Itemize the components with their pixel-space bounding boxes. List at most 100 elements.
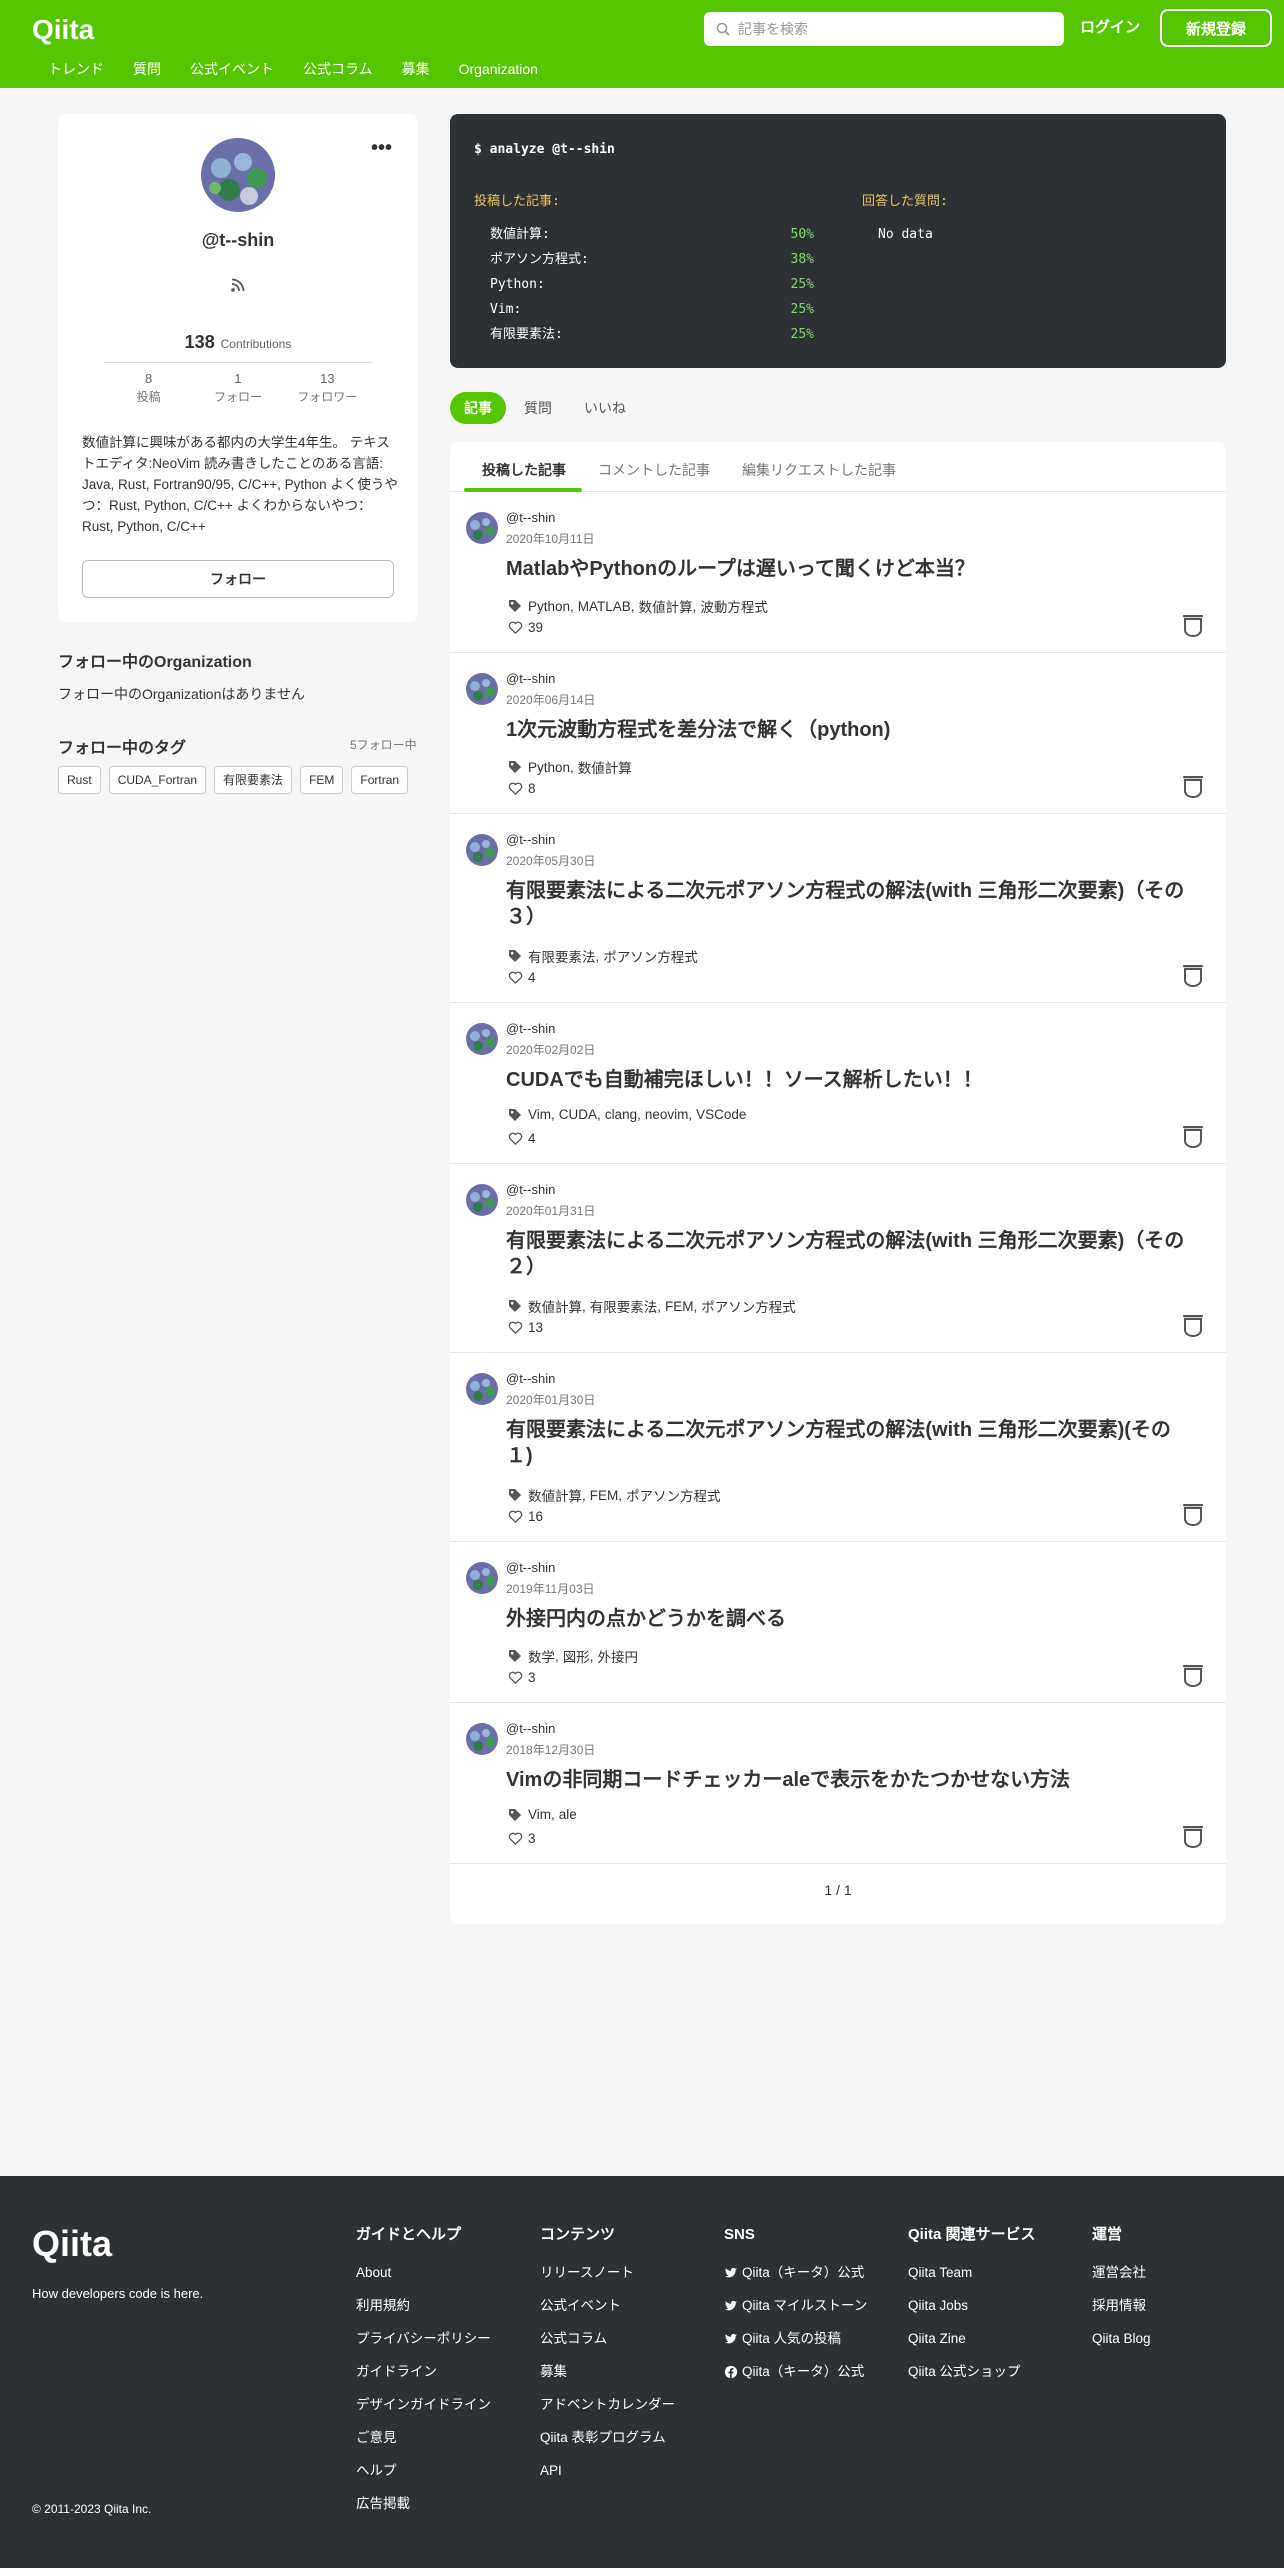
- article-title[interactable]: Vimの非同期コードチェッカーaleで表示をかたつかせない方法: [506, 1767, 1196, 1793]
- stat-followers[interactable]: 13 フォロワー: [291, 370, 363, 406]
- article-tag[interactable]: 数学: [528, 1646, 555, 1666]
- footer-link[interactable]: 広告掲載: [356, 2495, 491, 2513]
- author-name[interactable]: @t--shin: [506, 1721, 555, 1736]
- follow-button[interactable]: フォロー: [82, 560, 394, 598]
- article-item[interactable]: @t--shin 2019年11月03日 外接円内の点かどうかを調べる 数学, 図…: [450, 1542, 1226, 1703]
- stock-icon[interactable]: [1182, 1314, 1204, 1338]
- article-item[interactable]: @t--shin 2020年01月30日 有限要素法による二次元ポアソン方程式の…: [450, 1353, 1226, 1542]
- heart-icon[interactable]: [508, 1131, 523, 1146]
- article-title[interactable]: 有限要素法による二次元ポアソン方程式の解法(with 三角形二次要素)（その２）: [506, 1228, 1196, 1280]
- footer-link[interactable]: 公式コラム: [540, 2330, 675, 2348]
- article-item[interactable]: @t--shin 2018年12月30日 Vimの非同期コードチェッカーaleで…: [450, 1703, 1226, 1864]
- author-avatar[interactable]: [466, 834, 498, 866]
- article-tag[interactable]: 数値計算: [528, 1296, 582, 1316]
- author-avatar[interactable]: [466, 512, 498, 544]
- article-tag[interactable]: ポアソン方程式: [701, 1296, 796, 1316]
- footer-link[interactable]: Qiita 表彰プログラム: [540, 2429, 675, 2447]
- article-tag[interactable]: ポアソン方程式: [626, 1485, 721, 1505]
- author-name[interactable]: @t--shin: [506, 832, 555, 847]
- article-title[interactable]: MatlabやPythonのループは遅いって聞くけど本当？: [506, 556, 1196, 582]
- stock-icon[interactable]: [1182, 614, 1204, 638]
- article-tag[interactable]: VSCode: [696, 1107, 746, 1122]
- search-input[interactable]: [738, 21, 1064, 37]
- article-tag[interactable]: FEM: [590, 1488, 619, 1503]
- article-tag[interactable]: 図形: [563, 1646, 590, 1666]
- article-tag[interactable]: 数値計算: [639, 596, 693, 616]
- author-avatar[interactable]: [466, 1184, 498, 1216]
- stock-icon[interactable]: [1182, 1825, 1204, 1849]
- signup-button[interactable]: 新規登録: [1160, 9, 1272, 47]
- article-tag[interactable]: 数値計算: [528, 1485, 582, 1505]
- author-name[interactable]: @t--shin: [506, 671, 555, 686]
- tab-questions[interactable]: 質問: [510, 392, 566, 424]
- stock-icon[interactable]: [1182, 964, 1204, 988]
- heart-icon[interactable]: [508, 620, 523, 635]
- heart-icon[interactable]: [508, 1509, 523, 1524]
- tag-chip[interactable]: 有限要素法: [214, 766, 293, 794]
- article-tag[interactable]: Vim: [528, 1107, 551, 1122]
- footer-link[interactable]: Qiita Zine: [908, 2330, 1036, 2348]
- footer-link[interactable]: リリースノート: [540, 2264, 675, 2282]
- article-tag[interactable]: clang: [605, 1107, 637, 1122]
- subtab-posted[interactable]: 投稿した記事: [482, 460, 566, 480]
- article-tag[interactable]: 波動方程式: [700, 596, 768, 616]
- article-tag[interactable]: 数値計算: [578, 757, 632, 777]
- footer-link[interactable]: About: [356, 2264, 491, 2282]
- subtab-edit-requested[interactable]: 編集リクエストした記事: [742, 460, 896, 480]
- qiita-logo[interactable]: Qiita: [32, 12, 112, 46]
- nav-item-official-columns[interactable]: 公式コラム: [303, 58, 373, 80]
- stock-icon[interactable]: [1182, 1503, 1204, 1527]
- footer-link[interactable]: 利用規約: [356, 2297, 491, 2315]
- tag-chip[interactable]: CUDA_Fortran: [108, 766, 207, 794]
- avatar[interactable]: [201, 138, 275, 212]
- more-options-icon[interactable]: •••: [371, 138, 392, 158]
- author-name[interactable]: @t--shin: [506, 1021, 555, 1036]
- footer-link[interactable]: アドベントカレンダー: [540, 2396, 675, 2414]
- heart-icon[interactable]: [508, 1831, 523, 1846]
- article-item[interactable]: @t--shin 2020年06月14日 1次元波動方程式を差分法で解く（pyt…: [450, 653, 1226, 814]
- article-item[interactable]: @t--shin 2020年02月02日 CUDAでも自動補完ほしい！！ソース解…: [450, 1003, 1226, 1164]
- footer-link[interactable]: プライバシーポリシー: [356, 2330, 491, 2348]
- article-tag[interactable]: Python: [528, 760, 570, 775]
- footer-link[interactable]: ヘルプ: [356, 2462, 491, 2480]
- rss-icon[interactable]: [229, 276, 247, 294]
- footer-link[interactable]: Qiita（キータ）公式: [724, 2264, 867, 2282]
- footer-link[interactable]: Qiita Team: [908, 2264, 1036, 2282]
- tag-chip[interactable]: FEM: [300, 766, 344, 794]
- article-tag[interactable]: FEM: [665, 1299, 694, 1314]
- article-tag[interactable]: 有限要素法: [590, 1296, 658, 1316]
- nav-item-official-events[interactable]: 公式イベント: [190, 58, 274, 80]
- article-tag[interactable]: CUDA: [559, 1107, 597, 1122]
- stat-following[interactable]: 1 フォロー: [202, 370, 274, 406]
- footer-link[interactable]: ガイドライン: [356, 2363, 491, 2381]
- heart-icon[interactable]: [508, 970, 523, 985]
- nav-item-questions[interactable]: 質問: [133, 58, 161, 80]
- footer-link[interactable]: 公式イベント: [540, 2297, 675, 2315]
- article-tag[interactable]: Python: [528, 599, 570, 614]
- article-title[interactable]: 外接円内の点かどうかを調べる: [506, 1606, 1196, 1632]
- tag-chip[interactable]: Fortran: [351, 766, 409, 794]
- article-title[interactable]: 有限要素法による二次元ポアソン方程式の解法(with 三角形二次要素)(その１): [506, 1417, 1196, 1469]
- footer-link[interactable]: デザインガイドライン: [356, 2396, 491, 2414]
- footer-link[interactable]: ご意見: [356, 2429, 491, 2447]
- login-link[interactable]: ログイン: [1080, 16, 1140, 40]
- author-name[interactable]: @t--shin: [506, 1560, 555, 1575]
- article-tag[interactable]: Vim: [528, 1807, 551, 1822]
- heart-icon[interactable]: [508, 781, 523, 796]
- tag-chip[interactable]: Rust: [58, 766, 101, 794]
- article-item[interactable]: @t--shin 2020年01月31日 有限要素法による二次元ポアソン方程式の…: [450, 1164, 1226, 1353]
- stock-icon[interactable]: [1182, 775, 1204, 799]
- search-box[interactable]: [704, 12, 1064, 46]
- nav-item-recruiting[interactable]: 募集: [402, 58, 430, 80]
- stat-posts[interactable]: 8 投稿: [113, 370, 185, 406]
- stock-icon[interactable]: [1182, 1664, 1204, 1688]
- article-title[interactable]: 1次元波動方程式を差分法で解く（python): [506, 717, 1196, 743]
- tab-articles[interactable]: 記事: [450, 392, 506, 424]
- article-tag[interactable]: neovim: [645, 1107, 689, 1122]
- article-item[interactable]: @t--shin 2020年10月11日 MatlabやPythonのループは遅…: [450, 492, 1226, 653]
- footer-link[interactable]: Qiita（キータ）公式: [724, 2363, 867, 2381]
- footer-qiita-logo[interactable]: Qiita: [32, 2224, 144, 2264]
- nav-item-trend[interactable]: トレンド: [48, 58, 104, 80]
- footer-link[interactable]: 運営会社: [1092, 2264, 1151, 2282]
- footer-link[interactable]: Qiita Blog: [1092, 2330, 1151, 2348]
